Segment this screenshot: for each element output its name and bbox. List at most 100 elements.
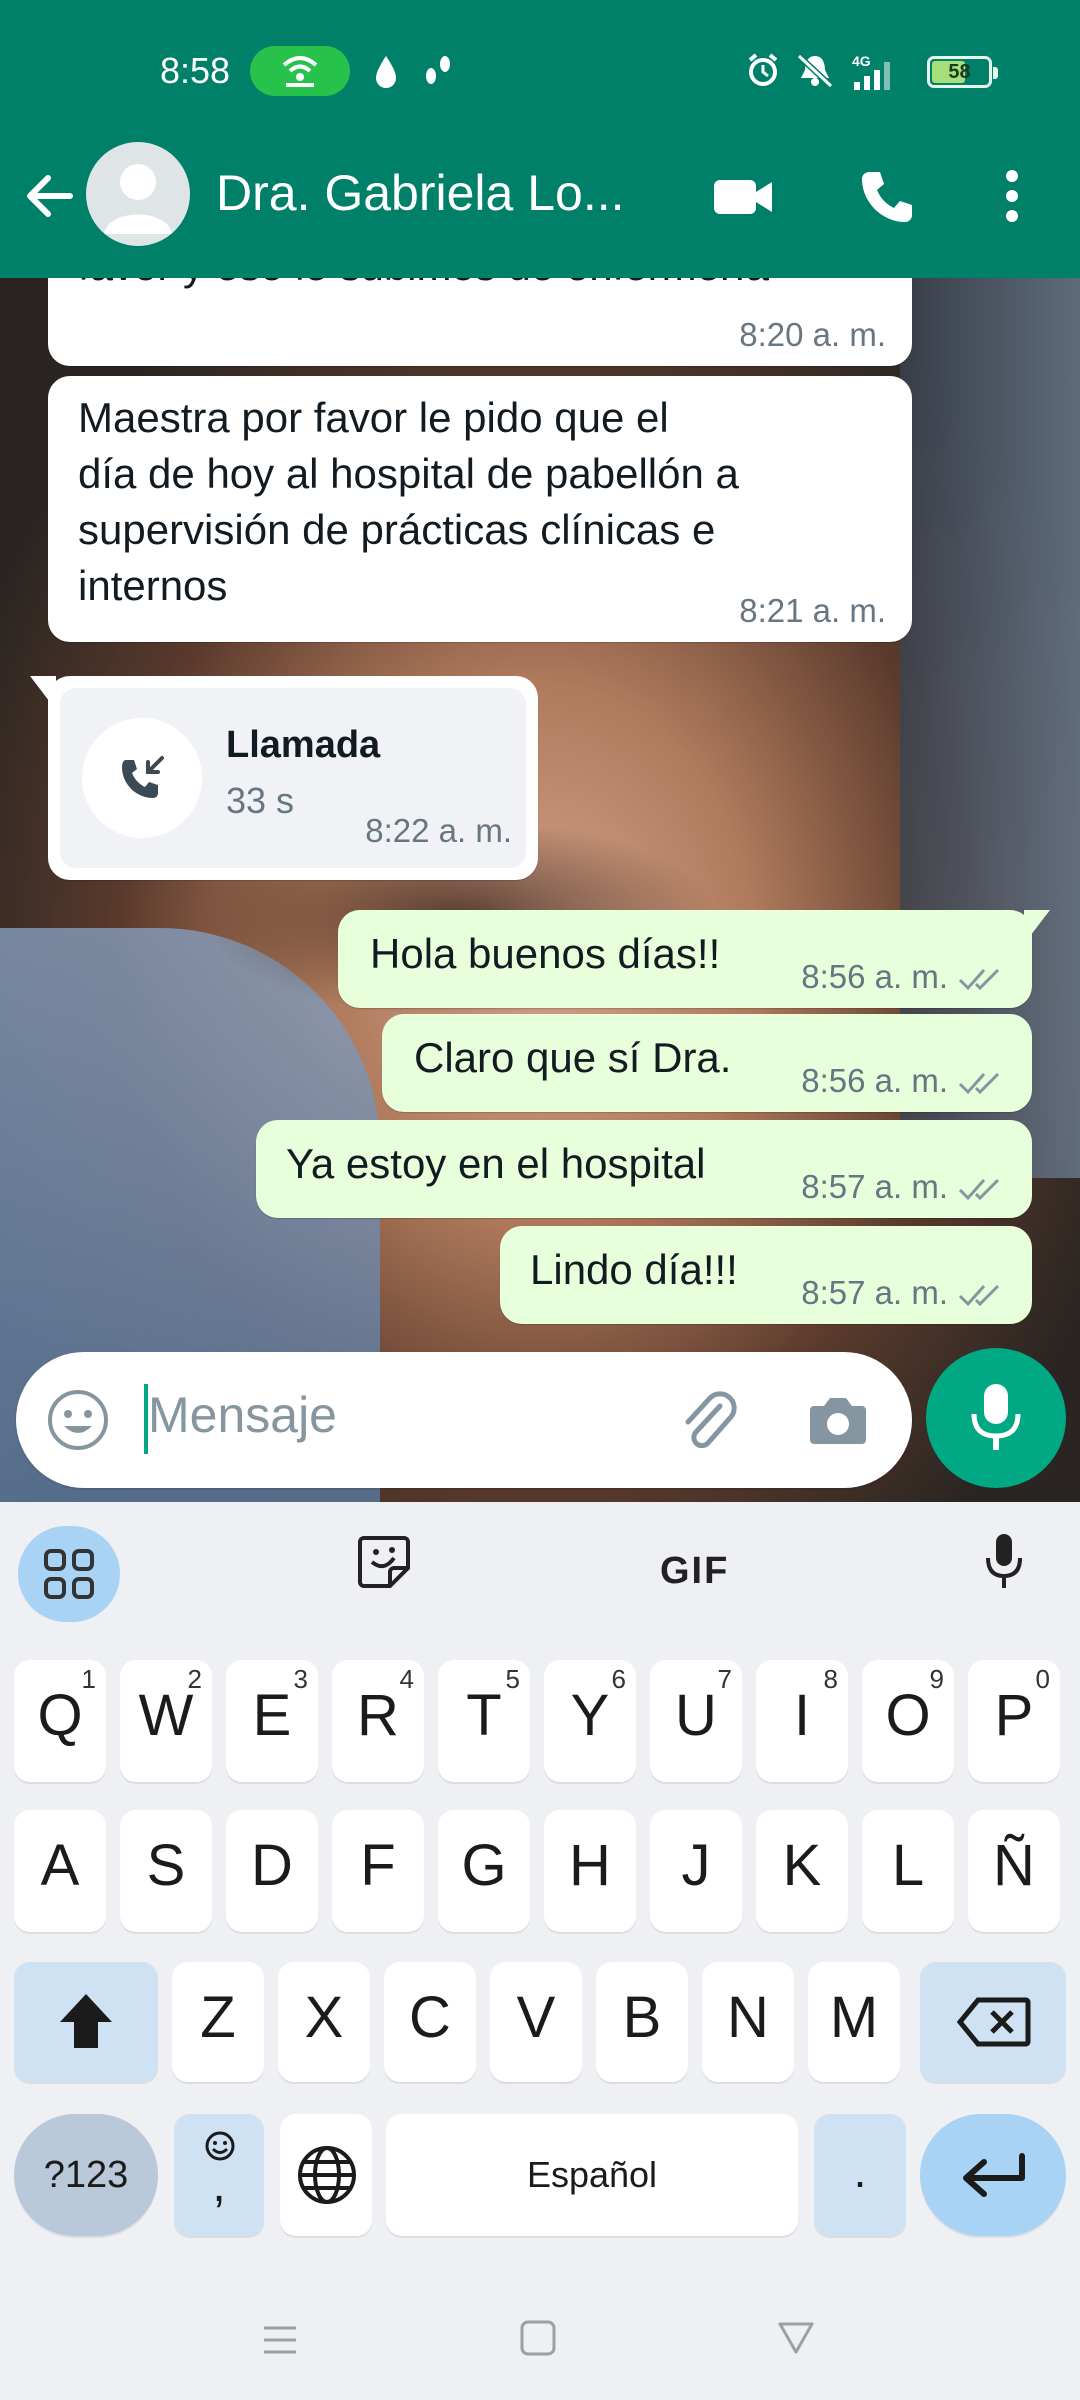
- emoji-icon[interactable]: [46, 1388, 110, 1457]
- message-incoming[interactable]: Maestra por favor le pido que el día de …: [48, 376, 912, 642]
- key-c[interactable]: C: [384, 1962, 476, 2082]
- message-outgoing[interactable]: Claro que sí Dra. 8:56 a. m.: [382, 1014, 1032, 1112]
- key-q[interactable]: Q1: [14, 1660, 106, 1782]
- call-message[interactable]: Llamada 33 s 8:22 a. m.: [30, 676, 538, 880]
- apps-grid-icon[interactable]: [18, 1526, 120, 1622]
- key-o[interactable]: O9: [862, 1660, 954, 1782]
- more-options-icon[interactable]: [1000, 168, 1024, 229]
- key-y[interactable]: Y6: [544, 1660, 636, 1782]
- signal-4g-icon: 4G: [852, 52, 916, 97]
- key-b[interactable]: B: [596, 1962, 688, 2082]
- message-outgoing[interactable]: Ya estoy en el hospital 8:57 a. m.: [256, 1120, 1032, 1218]
- key-number-hint: 6: [611, 1664, 626, 1694]
- key-j[interactable]: J: [650, 1810, 742, 1932]
- space-key[interactable]: Español: [386, 2114, 798, 2236]
- message-line: día de hoy al hospital de pabellón a: [78, 450, 739, 497]
- enter-icon: [963, 2153, 1025, 2197]
- key-w[interactable]: W2: [120, 1660, 212, 1782]
- message-outgoing[interactable]: Hola buenos días!! 8:56 a. m.: [338, 910, 1050, 1008]
- message-time: 8:56 a. m.: [801, 1062, 948, 1099]
- recents-menu-icon[interactable]: [260, 2320, 300, 2365]
- soft-keyboard: GIF ?123 , Español . Q1W2E3R4T5Y6U7I8O9P: [0, 1502, 1080, 2400]
- chat-header: Dra. Gabriela Lo...: [0, 140, 1080, 278]
- shift-icon: [60, 1994, 112, 2048]
- camera-icon[interactable]: [806, 1390, 870, 1455]
- key-d[interactable]: D: [226, 1810, 318, 1932]
- shift-key[interactable]: [14, 1962, 158, 2082]
- key-g[interactable]: G: [438, 1810, 530, 1932]
- key-label: A: [40, 1833, 80, 1898]
- voice-call-icon[interactable]: [858, 168, 916, 231]
- language-key[interactable]: [280, 2114, 372, 2236]
- key-label: C: [409, 1985, 451, 2050]
- key-z[interactable]: Z: [172, 1962, 264, 2082]
- key-number-hint: 4: [399, 1664, 414, 1694]
- key-label: Z: [200, 1985, 236, 2050]
- key-number-hint: 1: [81, 1664, 96, 1694]
- gif-button[interactable]: GIF: [660, 1550, 729, 1593]
- message-line: internos: [78, 562, 228, 609]
- key-label: D: [251, 1833, 293, 1898]
- key-number-hint: 8: [823, 1664, 838, 1694]
- globe-icon: [298, 2146, 356, 2204]
- back-arrow-icon[interactable]: [22, 168, 78, 229]
- key-label: Ñ: [993, 1833, 1035, 1898]
- attach-icon[interactable]: [672, 1386, 742, 1461]
- svg-text:4G: 4G: [852, 53, 871, 69]
- alarm-icon: [745, 52, 781, 93]
- key-n[interactable]: N: [702, 1962, 794, 2082]
- key-r[interactable]: R4: [332, 1660, 424, 1782]
- key-t[interactable]: T5: [438, 1660, 530, 1782]
- message-text: favor y eso le subimos de enfermería: [78, 278, 769, 294]
- top-bar: 8:58 4G 58 Dra. Gabriela Lo...: [0, 0, 1080, 278]
- message-time: 8:56 a. m.: [801, 958, 948, 995]
- message-composer[interactable]: Mensaje: [16, 1352, 912, 1488]
- message-meta: 8:56 a. m.: [801, 1062, 1006, 1100]
- message-incoming[interactable]: favor y eso le subimos de enfermería 8:2…: [48, 278, 912, 366]
- enter-key[interactable]: [920, 2114, 1066, 2236]
- key-k[interactable]: K: [756, 1810, 848, 1932]
- key-x[interactable]: X: [278, 1962, 370, 2082]
- call-card[interactable]: Llamada 33 s 8:22 a. m.: [60, 688, 526, 868]
- symbols-key[interactable]: ?123: [14, 2114, 158, 2236]
- key-p[interactable]: P0: [968, 1660, 1060, 1782]
- key-label: H: [569, 1833, 611, 1898]
- sticker-icon[interactable]: [354, 1532, 414, 1597]
- home-icon[interactable]: [518, 2318, 558, 2363]
- key-label: V: [516, 1985, 556, 2050]
- read-ticks-icon: [958, 969, 1000, 991]
- key-v[interactable]: V: [490, 1962, 582, 2082]
- key-a[interactable]: A: [14, 1810, 106, 1932]
- key-f[interactable]: F: [332, 1810, 424, 1932]
- contact-name[interactable]: Dra. Gabriela Lo...: [216, 164, 625, 222]
- period-key[interactable]: .: [814, 2114, 906, 2236]
- key-m[interactable]: M: [808, 1962, 900, 2082]
- avatar[interactable]: [86, 142, 190, 246]
- video-call-icon[interactable]: [712, 168, 776, 229]
- voice-message-button[interactable]: [926, 1348, 1066, 1488]
- key-number-hint: 2: [187, 1664, 202, 1694]
- read-ticks-icon: [958, 1073, 1000, 1095]
- back-triangle-icon[interactable]: [776, 2318, 816, 2363]
- message-outgoing[interactable]: Lindo día!!! 8:57 a. m.: [500, 1226, 1032, 1324]
- drop-icon: [372, 52, 400, 93]
- key-l[interactable]: L: [862, 1810, 954, 1932]
- battery-percent: 58: [948, 61, 971, 83]
- battery-icon: 58: [927, 56, 998, 88]
- missed-call-icon: [82, 718, 202, 838]
- key-ñ[interactable]: Ñ: [968, 1810, 1060, 1932]
- message-input[interactable]: Mensaje: [148, 1386, 337, 1444]
- chat-area[interactable]: favor y eso le subimos de enfermería 8:2…: [0, 278, 1080, 1502]
- backspace-key[interactable]: [920, 1962, 1066, 2082]
- key-i[interactable]: I8: [756, 1660, 848, 1782]
- key-number-hint: 0: [1035, 1664, 1050, 1694]
- key-e[interactable]: E3: [226, 1660, 318, 1782]
- key-label: X: [304, 1985, 344, 2050]
- key-s[interactable]: S: [120, 1810, 212, 1932]
- key-label: S: [146, 1833, 186, 1898]
- key-h[interactable]: H: [544, 1810, 636, 1932]
- key-number-hint: 5: [505, 1664, 520, 1694]
- emoji-comma-key[interactable]: ,: [174, 2114, 264, 2236]
- voice-input-icon[interactable]: [984, 1532, 1024, 1597]
- key-u[interactable]: U7: [650, 1660, 742, 1782]
